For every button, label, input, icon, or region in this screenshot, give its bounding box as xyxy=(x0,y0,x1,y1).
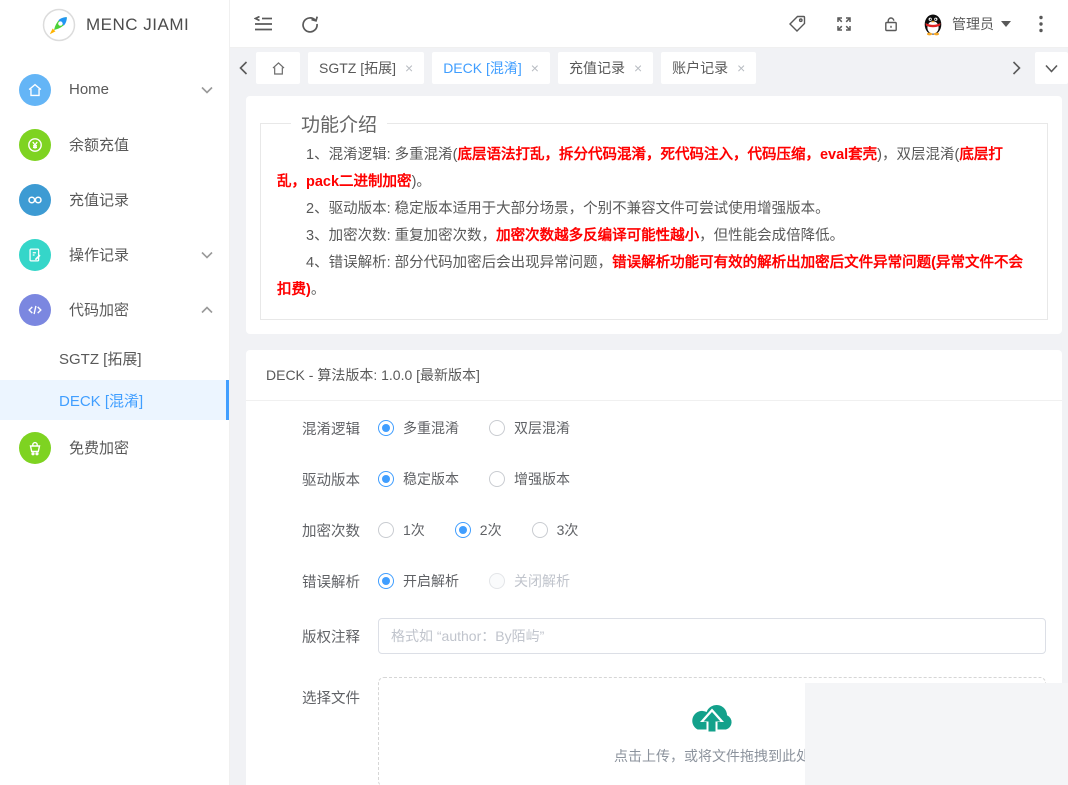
collapse-menu-icon[interactable] xyxy=(246,7,280,41)
form-row-parse: 错误解析 开启解析 关闭解析 xyxy=(302,567,1046,595)
avatar xyxy=(921,12,945,36)
radio-icon xyxy=(489,471,505,487)
copyright-input[interactable] xyxy=(378,618,1046,654)
sidebar-item-free-encrypt[interactable]: 免费加密 xyxy=(0,420,229,475)
sidebar-item-operation-records[interactable]: 操作记录 xyxy=(0,227,229,282)
radio-icon xyxy=(378,573,394,589)
user-menu[interactable]: 管理员 xyxy=(921,12,1011,36)
panel-header: DECK - 算法版本: 1.0.0 [最新版本] xyxy=(246,350,1062,401)
refresh-icon[interactable] xyxy=(293,7,327,41)
fullscreen-icon[interactable] xyxy=(827,7,861,41)
close-icon[interactable]: × xyxy=(531,61,539,75)
sidebar: MENC JIAMI Home 余额充值 充值记录 xyxy=(0,0,230,785)
sidebar-item-home[interactable]: Home xyxy=(0,62,229,117)
radio-icon xyxy=(489,420,505,436)
user-name: 管理员 xyxy=(952,14,994,34)
intro-paragraph-2: 2、驱动版本: 稳定版本适用于大部分场景，个别不兼容文件可尝试使用增强版本。 xyxy=(277,196,1031,223)
content: 功能介绍 1、混淆逻辑: 多重混淆(底层语法打乱，拆分代码混淆，死代码注入，代码… xyxy=(230,88,1068,785)
upload-hint: 点击上传，或将文件拖拽到此处 xyxy=(614,746,810,766)
coin-icon xyxy=(19,129,51,161)
tab-deck[interactable]: DECK [混淆] × xyxy=(432,52,550,84)
intro-paragraph-1: 1、混淆逻辑: 多重混淆(底层语法打乱，拆分代码混淆，死代码注入，代码压缩，ev… xyxy=(277,142,1031,196)
chevron-down-icon xyxy=(201,251,213,259)
tabs-dropdown-icon[interactable] xyxy=(1035,52,1068,84)
intro-card: 功能介绍 1、混淆逻辑: 多重混淆(底层语法打乱，拆分代码混淆，死代码注入，代码… xyxy=(246,96,1062,334)
sidebar-item-balance-recharge[interactable]: 余额充值 xyxy=(0,117,229,172)
sidebar-item-recharge-records[interactable]: 充值记录 xyxy=(0,172,229,227)
home-icon xyxy=(270,60,287,77)
app-title: MENC JIAMI xyxy=(86,15,189,35)
form-row-driver: 驱动版本 稳定版本 增强版本 xyxy=(302,465,1046,493)
intro-paragraph-3: 3、加密次数: 重复加密次数，加密次数越多反编译可能性越小，但性能会成倍降低。 xyxy=(277,223,1031,250)
radio-icon xyxy=(378,420,394,436)
tab-recharge-records[interactable]: 充值记录 × xyxy=(558,52,653,84)
bottom-right-overlay xyxy=(805,683,1068,785)
sidebar-nav: Home 余额充值 充值记录 操作记录 xyxy=(0,50,229,475)
form-row-copyright: 版权注释 xyxy=(302,618,1046,654)
radio-times-2[interactable]: 2次 xyxy=(455,520,502,540)
radio-parse-off: 关闭解析 xyxy=(489,571,570,591)
radio-times-3[interactable]: 3次 xyxy=(532,520,579,540)
code-icon xyxy=(19,294,51,326)
close-icon[interactable]: × xyxy=(634,61,642,75)
radio-icon xyxy=(378,471,394,487)
sidebar-item-code-encrypt[interactable]: 代码加密 xyxy=(0,282,229,337)
close-icon[interactable]: × xyxy=(737,61,745,75)
intro-legend: 功能介绍 xyxy=(291,110,387,137)
main-area: 管理员 SGTZ [拓展] × DECK [混淆] × xyxy=(230,0,1068,785)
rocket-logo-icon xyxy=(42,8,76,42)
close-icon[interactable]: × xyxy=(405,61,413,75)
intro-fieldset: 功能介绍 1、混淆逻辑: 多重混淆(底层语法打乱，拆分代码混淆，死代码注入，代码… xyxy=(260,110,1048,320)
doc-edit-icon xyxy=(19,239,51,271)
radio-icon xyxy=(378,522,394,538)
app-logo[interactable]: MENC JIAMI xyxy=(0,0,229,50)
intro-paragraph-4: 4、错误解析: 部分代码加密后会出现异常问题，错误解析功能可有效的解析出加密后文… xyxy=(277,250,1031,304)
tab-account-records[interactable]: 账户记录 × xyxy=(661,52,756,84)
cloud-upload-icon xyxy=(687,699,737,739)
radio-double-obfuscate[interactable]: 双层混淆 xyxy=(489,418,570,438)
radio-multi-obfuscate[interactable]: 多重混淆 xyxy=(378,418,459,438)
radio-icon xyxy=(455,522,471,538)
topbar: 管理员 xyxy=(230,0,1068,48)
radio-enhanced-version[interactable]: 增强版本 xyxy=(489,469,570,489)
radio-times-1[interactable]: 1次 xyxy=(378,520,425,540)
form-row-times: 加密次数 1次 2次 3次 xyxy=(302,516,1046,544)
dropdown-caret-icon xyxy=(1001,21,1011,27)
tabbar: SGTZ [拓展] × DECK [混淆] × 充值记录 × 账户记录 × xyxy=(230,48,1068,88)
infinity-icon xyxy=(19,184,51,216)
tabs-scroll-right-icon[interactable] xyxy=(1003,61,1029,75)
radio-stable-version[interactable]: 稳定版本 xyxy=(378,469,459,489)
home-icon xyxy=(19,74,51,106)
form-row-logic: 混淆逻辑 多重混淆 双层混淆 xyxy=(302,414,1046,442)
sidebar-subitem-deck[interactable]: DECK [混淆] xyxy=(0,380,229,420)
sidebar-subitem-sgtz[interactable]: SGTZ [拓展] xyxy=(0,337,229,380)
radio-icon xyxy=(489,573,505,589)
cart-icon xyxy=(19,432,51,464)
tab-sgtz[interactable]: SGTZ [拓展] × xyxy=(308,52,424,84)
tag-icon[interactable] xyxy=(780,7,814,41)
tab-home[interactable] xyxy=(256,52,300,84)
radio-icon xyxy=(532,522,548,538)
radio-parse-on[interactable]: 开启解析 xyxy=(378,571,459,591)
lock-icon[interactable] xyxy=(874,7,908,41)
chevron-down-icon xyxy=(201,86,213,94)
chevron-up-icon xyxy=(201,306,213,314)
tabs-scroll-left-icon[interactable] xyxy=(230,61,256,75)
more-dots-icon[interactable] xyxy=(1024,7,1058,41)
